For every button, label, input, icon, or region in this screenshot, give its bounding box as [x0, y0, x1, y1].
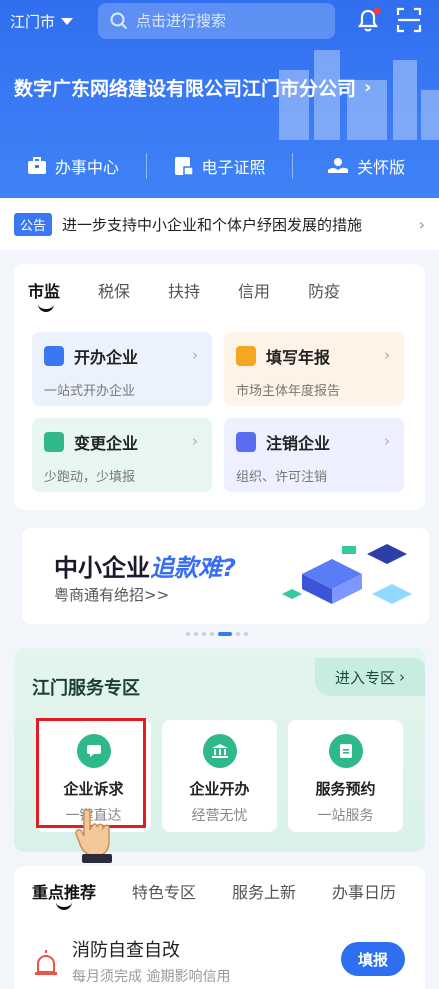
quick-actions: 办事中心 电子证照 关怀版: [0, 140, 439, 192]
carousel-dot: [186, 632, 190, 636]
alarm-icon: [35, 950, 57, 975]
banner-title-b: 追款难?: [150, 554, 236, 582]
tab-credit[interactable]: 信用: [238, 278, 270, 302]
quick-label: 关怀版: [357, 158, 406, 177]
tab-calendar[interactable]: 办事日历: [332, 879, 396, 903]
chevron-right-icon: ›: [418, 214, 425, 234]
search-bar[interactable]: [98, 3, 335, 39]
zone-tile-sub: 经营无忧: [191, 808, 248, 824]
carousel-dot: [236, 632, 240, 636]
recommend-tabs: 重点推荐 特色专区 服务上新 办事日历: [14, 866, 425, 916]
chevron-right-icon: ›: [192, 346, 198, 364]
building-icon: [44, 346, 64, 366]
tab-featured-zone[interactable]: 特色专区: [132, 879, 196, 903]
chevron-right-icon: ›: [384, 346, 390, 364]
chevron-right-icon: ›: [384, 432, 390, 450]
pencil-icon: [236, 346, 256, 366]
pointer-hand-icon: [75, 809, 112, 863]
service-grid: 开办企业 一站式开办企业 › 填写年报 市场主体年度报告 › 变更企业 少跑动，…: [32, 332, 407, 492]
tab-support[interactable]: 扶持: [168, 278, 200, 302]
service-tabs: 市监 税保 扶持 信用 防疫: [14, 264, 425, 316]
zone-title: 江门服务专区: [32, 678, 140, 699]
tile-change-business[interactable]: 变更企业 少跑动，少填报 ›: [32, 418, 212, 492]
task-subtitle: 每月须完成 逾期影响信用: [72, 969, 231, 985]
banner-title-a: 中小企业: [54, 554, 150, 582]
zone-tile-business-opening[interactable]: 企业开办 经营无忧: [162, 720, 277, 832]
care-hand-icon: [328, 158, 349, 173]
quick-label: 电子证照: [201, 158, 266, 177]
tile-subtitle: 一站式开办企业: [44, 384, 136, 399]
briefcase-icon: [27, 157, 46, 174]
zone-tile-service-booking[interactable]: 服务预约 一站服务: [288, 720, 403, 832]
carousel-indicator: [186, 632, 252, 636]
task-item[interactable]: 消防自查自改 每月须完成 逾期影响信用 填报: [14, 916, 425, 989]
carousel-dot: [202, 632, 206, 636]
banner-subtitle: 粤商通有绝招>>: [54, 586, 170, 604]
search-icon: [110, 12, 128, 30]
bank-icon: [202, 734, 237, 768]
caret-down-icon: [61, 17, 74, 25]
chevron-right-icon: ›: [364, 77, 372, 98]
zone-tile-name: 企业开办: [189, 780, 250, 798]
banner-title: 中小企业追款难?: [54, 548, 236, 583]
chevron-right-icon: ›: [399, 668, 405, 686]
tab-tax-insurance[interactable]: 税保: [98, 278, 130, 302]
scan-icon[interactable]: [396, 7, 422, 33]
search-input[interactable]: [136, 12, 316, 30]
city-selector[interactable]: 江门市: [10, 10, 74, 32]
certificate-icon: [174, 157, 194, 176]
tile-cancel-business[interactable]: 注销企业 组织、许可注销 ›: [224, 418, 404, 492]
chevron-right-icon: ›: [192, 432, 198, 450]
tile-subtitle: 市场主体年度报告: [236, 384, 341, 399]
upload-icon: [236, 432, 256, 452]
tab-new-services[interactable]: 服务上新: [232, 879, 296, 903]
tile-subtitle: 少跑动，少填报: [44, 470, 136, 485]
tile-title: 开办企业: [74, 348, 139, 367]
company-name[interactable]: 数字广东网络建设有限公司江门市分公司 ›: [14, 74, 371, 101]
quick-e-license[interactable]: 电子证照: [147, 154, 293, 178]
announcement-tag: 公告: [14, 212, 53, 236]
tab-market-supervision[interactable]: 市监: [28, 278, 60, 312]
city-label: 江门市: [10, 12, 56, 31]
fill-report-button[interactable]: 填报: [341, 942, 405, 976]
tile-subtitle: 组织、许可注销: [236, 470, 328, 485]
app-header: 江门市 数字广东网络建设有限公司江门市分公司 ›: [0, 0, 439, 198]
carousel-dot: [244, 632, 248, 636]
service-card: 市监 税保 扶持 信用 防疫 开办企业 一站式开办企业 › 填写年报 市场主体年…: [14, 264, 425, 510]
task-title: 消防自查自改: [72, 940, 180, 961]
tile-open-business[interactable]: 开办企业 一站式开办企业 ›: [32, 332, 212, 406]
tile-title: 填写年报: [266, 348, 331, 367]
enter-zone-label: 进入专区: [334, 668, 395, 687]
zone-tile-sub: 一站服务: [317, 808, 374, 824]
tile-title: 注销企业: [266, 434, 331, 453]
carousel-dot: [210, 632, 214, 636]
promo-banner[interactable]: 中小企业追款难? 粤商通有绝招>>: [22, 528, 429, 624]
enter-zone-button[interactable]: 进入专区 ›: [315, 658, 425, 696]
carousel-dot-active: [218, 632, 232, 636]
isometric-illustration: [282, 544, 412, 604]
announcement-bar[interactable]: 公告 进一步支持中小企业和个体户纾困发展的措施 ›: [0, 198, 439, 250]
carousel-dot: [194, 632, 198, 636]
tab-epidemic[interactable]: 防疫: [308, 278, 340, 302]
document-icon: [328, 734, 363, 768]
zone-tile-name: 服务预约: [315, 780, 376, 798]
bell-icon[interactable]: [354, 6, 382, 34]
tab-key-recommend[interactable]: 重点推荐: [32, 879, 96, 910]
tile-title: 变更企业: [74, 434, 139, 453]
quick-label: 办事中心: [54, 158, 119, 177]
company-label: 数字广东网络建设有限公司江门市分公司: [14, 78, 357, 100]
announcement-text: 进一步支持中小企业和个体户纾困发展的措施: [62, 215, 363, 234]
tile-annual-report[interactable]: 填写年报 市场主体年度报告 ›: [224, 332, 404, 406]
quick-office-center[interactable]: 办事中心: [0, 154, 146, 178]
edit-doc-icon: [44, 432, 64, 452]
quick-care-mode[interactable]: 关怀版: [293, 154, 439, 178]
